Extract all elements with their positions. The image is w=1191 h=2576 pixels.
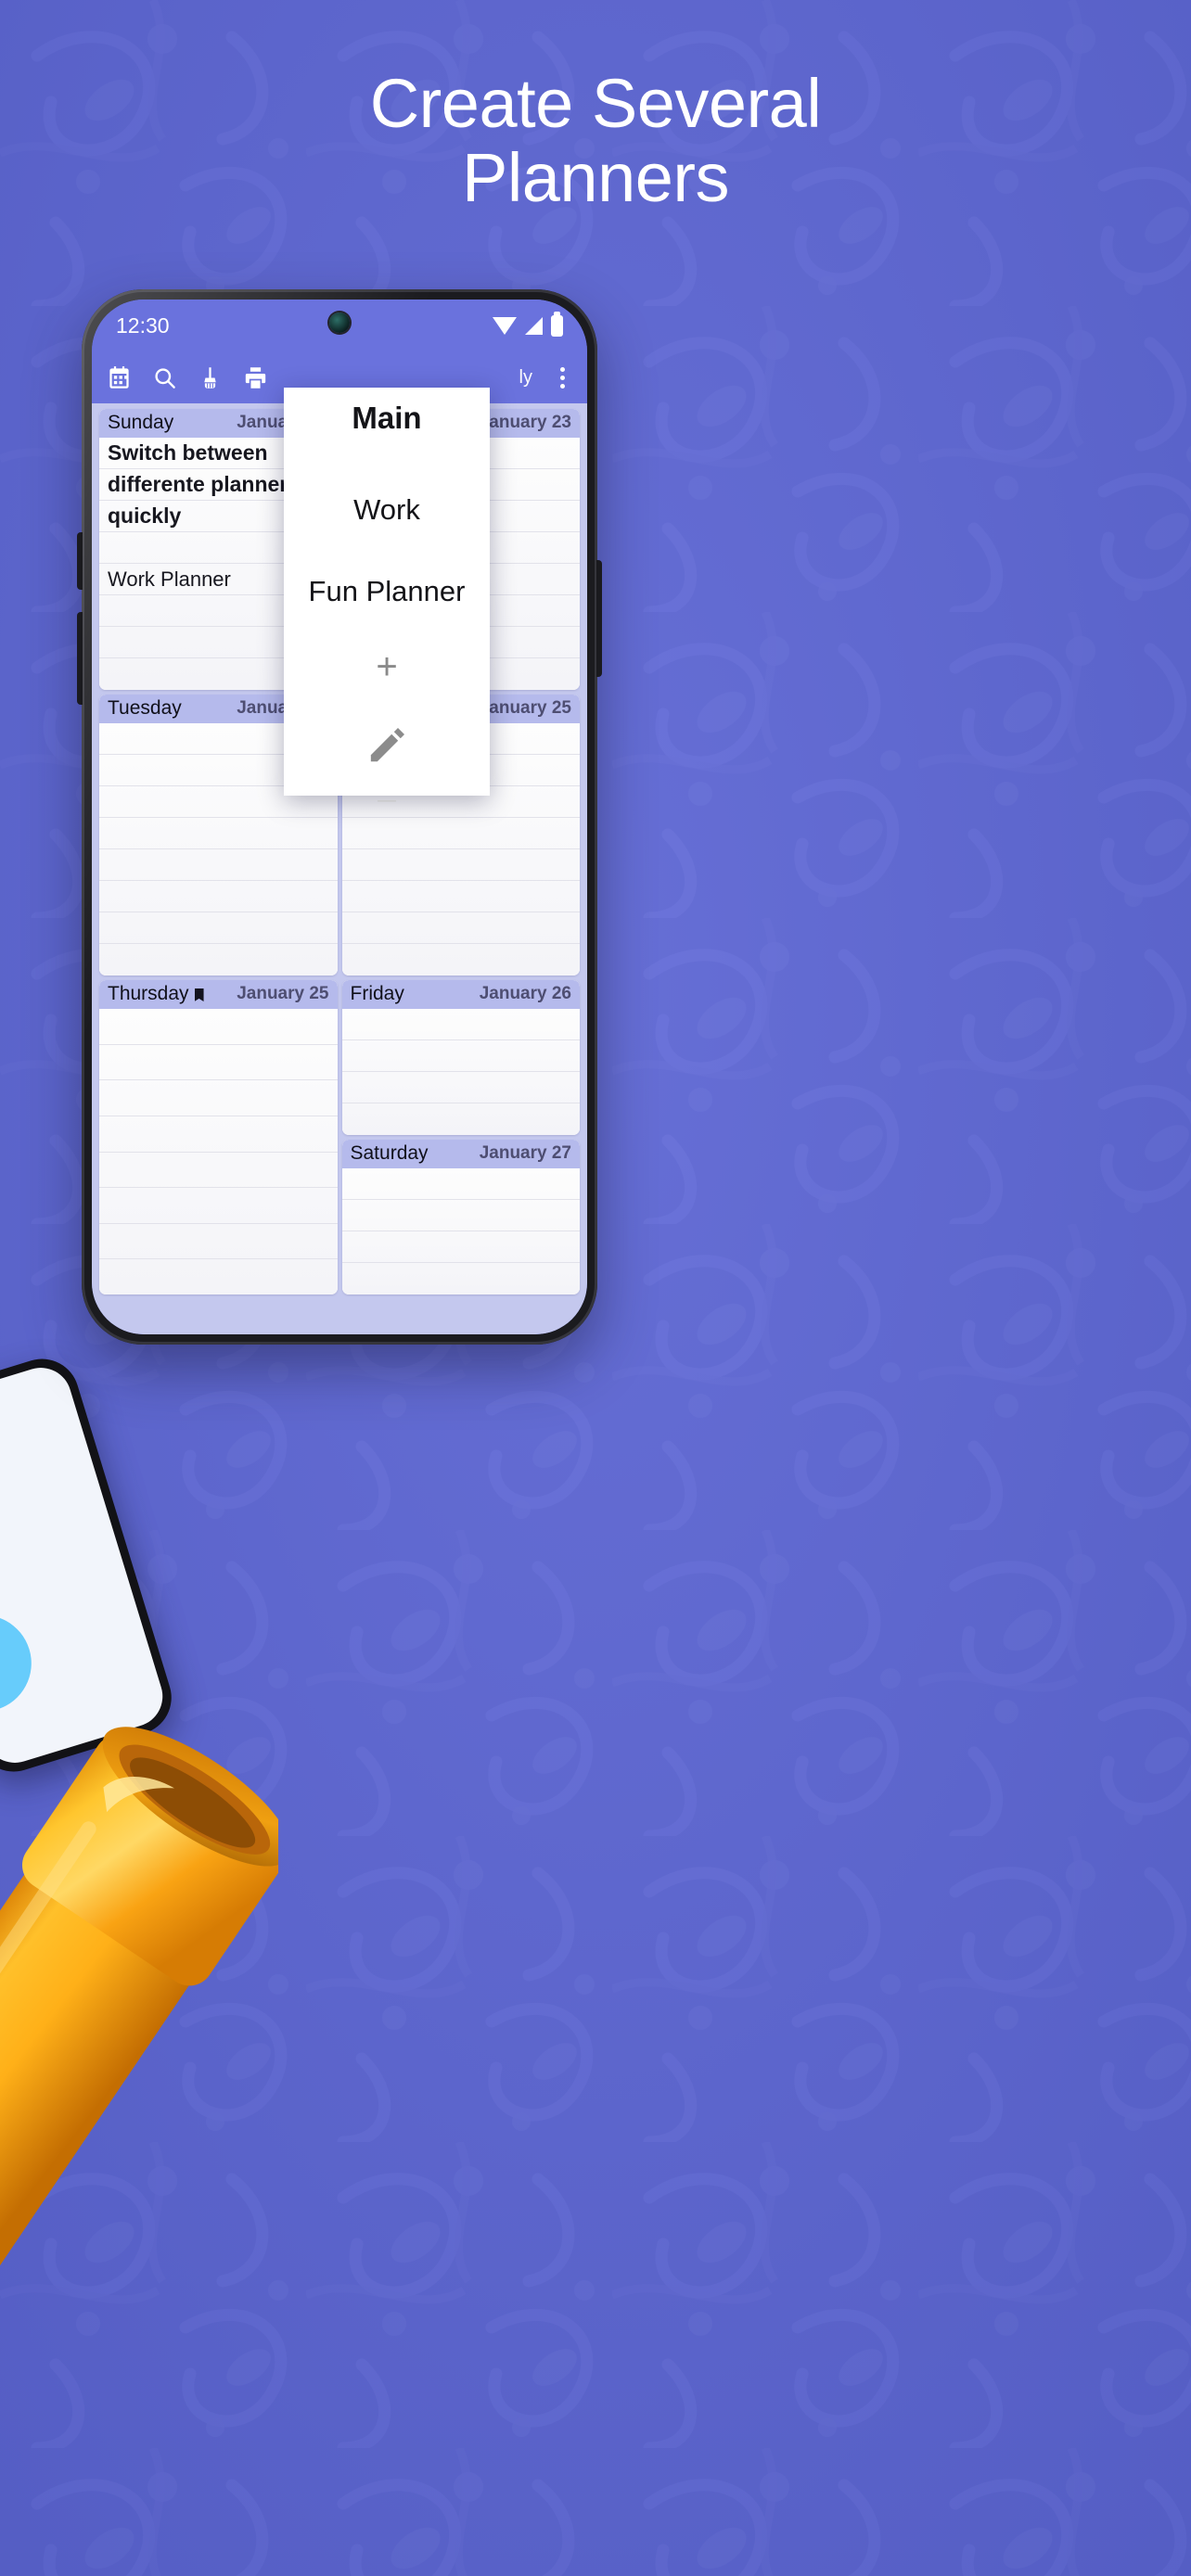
- print-icon[interactable]: [243, 365, 268, 390]
- popup-divider: —: [378, 790, 396, 810]
- day-date: January 25: [479, 698, 571, 718]
- entry-line[interactable]: [99, 1259, 338, 1294]
- day-date: January 27: [479, 1143, 571, 1163]
- entry-line[interactable]: [99, 1116, 338, 1153]
- entry-line[interactable]: [341, 912, 580, 944]
- entry-line[interactable]: [342, 944, 581, 976]
- planner-row: Thursday January 25 Friday January 26 Sa…: [99, 980, 580, 1294]
- entry-line[interactable]: [341, 1231, 580, 1263]
- popup-item-fun-planner[interactable]: Fun Planner: [284, 551, 490, 632]
- status-bar: 12:30: [92, 300, 587, 351]
- power-button[interactable]: [596, 560, 602, 677]
- day-date: January 25: [237, 984, 329, 1003]
- entry-line[interactable]: [341, 849, 580, 881]
- day-name: Tuesday: [108, 697, 182, 719]
- entry-line[interactable]: [99, 944, 338, 976]
- day-card-saturday[interactable]: Saturday January 27: [341, 1140, 581, 1294]
- phone-mockup: 12:30 ly Sunday January 22 Switch betwee…: [77, 289, 602, 1345]
- brush-icon[interactable]: [198, 365, 223, 390]
- volume-up-button[interactable]: [77, 532, 83, 590]
- entry-line[interactable]: [341, 1200, 580, 1231]
- day-name: Friday: [350, 983, 404, 1004]
- day-name-text: Thursday: [108, 983, 189, 1004]
- day-name: Sunday: [108, 412, 174, 433]
- entry-line[interactable]: [99, 849, 338, 881]
- triangle-key-icon: △: [0, 1486, 5, 1600]
- calendar-icon[interactable]: [107, 365, 132, 390]
- search-icon[interactable]: [152, 365, 177, 390]
- entry-line[interactable]: [99, 881, 338, 912]
- page-title: Create Several Planners: [0, 67, 1191, 215]
- day-lines: [341, 1168, 581, 1294]
- day-lines: [99, 1009, 338, 1294]
- entry-line[interactable]: [341, 1040, 580, 1072]
- day-card-friday[interactable]: Friday January 26: [341, 980, 581, 1135]
- day-header: Saturday January 27: [341, 1140, 580, 1168]
- view-mode-label[interactable]: ly: [519, 367, 532, 389]
- entry-line[interactable]: [99, 1188, 338, 1224]
- battery-icon: [551, 311, 563, 337]
- popup-item-main[interactable]: Main: [284, 388, 490, 469]
- entry-line[interactable]: [99, 1224, 338, 1260]
- more-vertical-icon[interactable]: [553, 363, 572, 392]
- entry-line[interactable]: [341, 881, 580, 912]
- day-header: Friday January 26: [341, 980, 580, 1009]
- entry-line[interactable]: [99, 1153, 338, 1189]
- entry-line[interactable]: [99, 912, 338, 944]
- day-card-thursday[interactable]: Thursday January 25: [99, 980, 338, 1294]
- pencil-icon[interactable]: [284, 701, 490, 790]
- day-date: January 23: [479, 413, 571, 432]
- entry-line[interactable]: [342, 1263, 581, 1294]
- day-name: Thursday: [108, 983, 204, 1005]
- entry-line[interactable]: [99, 1080, 338, 1116]
- entry-line[interactable]: [341, 1072, 580, 1103]
- entry-line[interactable]: [99, 1009, 338, 1045]
- day-date: January 26: [479, 984, 571, 1003]
- page-title-line2: Planners: [461, 138, 730, 216]
- bookmark-flag-icon: [194, 988, 204, 1001]
- phone-screen: 12:30 ly Sunday January 22 Switch betwee…: [92, 300, 587, 1334]
- friday-saturday-column: Friday January 26 Saturday January 27: [341, 980, 581, 1294]
- entry-line[interactable]: [99, 818, 338, 849]
- add-planner-button[interactable]: +: [284, 632, 490, 701]
- marker-pen-illustration: [0, 1727, 278, 2396]
- signal-icon: [525, 316, 543, 335]
- popup-item-work[interactable]: Work: [284, 469, 490, 551]
- day-lines: [341, 1009, 581, 1135]
- entry-line[interactable]: [342, 1103, 581, 1135]
- wifi-icon: [493, 316, 517, 335]
- day-name: Saturday: [350, 1142, 429, 1164]
- volume-down-button[interactable]: [77, 612, 83, 705]
- front-camera-punchhole: [329, 312, 350, 333]
- entry-line[interactable]: [341, 1168, 580, 1200]
- page-title-line1: Create Several: [369, 65, 822, 142]
- entry-line[interactable]: [99, 1045, 338, 1081]
- status-time: 12:30: [116, 312, 170, 338]
- entry-line[interactable]: [341, 818, 580, 849]
- entry-line[interactable]: [341, 1009, 580, 1040]
- status-icon-group: [493, 311, 563, 337]
- day-header: Thursday January 25: [99, 980, 338, 1009]
- planner-switcher-popup[interactable]: Main Work Fun Planner + —: [284, 388, 490, 810]
